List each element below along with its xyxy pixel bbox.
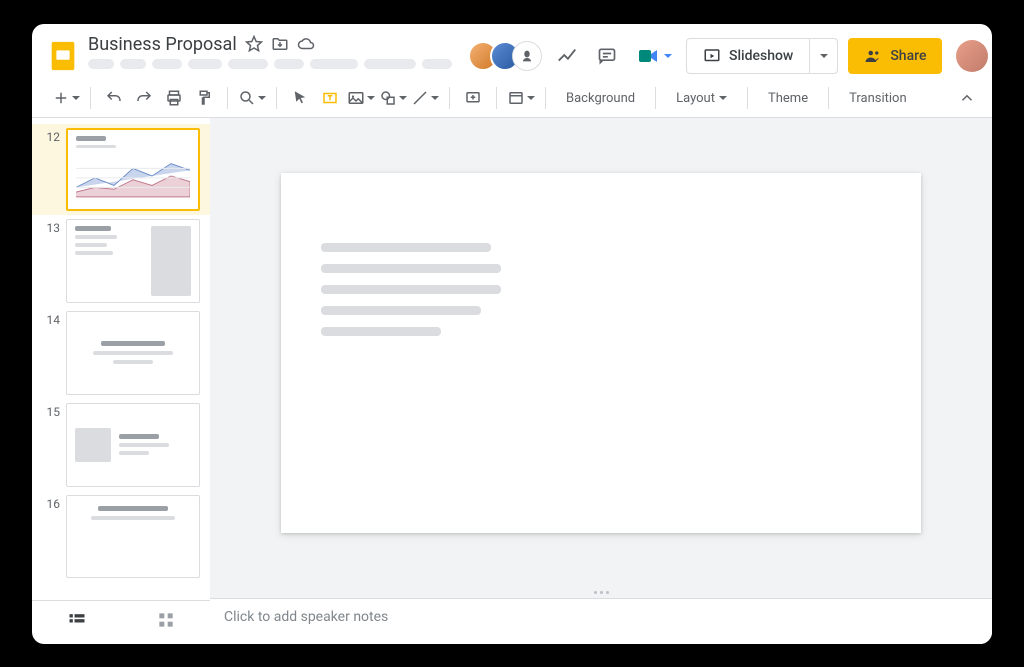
menu-item[interactable] — [188, 59, 222, 69]
slide-thumbnail[interactable]: 12 — [32, 124, 210, 216]
slide-number: 12 — [42, 128, 60, 144]
layout-button[interactable]: Layout — [666, 84, 737, 112]
slideshow-dropdown[interactable] — [810, 38, 838, 74]
slide-layout-tool[interactable] — [507, 85, 535, 111]
redo-button[interactable] — [131, 85, 157, 111]
slides-app-icon[interactable] — [46, 32, 80, 80]
slide-number: 16 — [42, 495, 60, 511]
new-slide-button[interactable] — [52, 85, 80, 111]
slide-number: 15 — [42, 403, 60, 419]
background-button[interactable]: Background — [556, 84, 645, 112]
textbox-tool[interactable] — [317, 85, 343, 111]
theme-button[interactable]: Theme — [758, 84, 818, 112]
account-avatar[interactable] — [956, 40, 988, 72]
menu-item[interactable] — [88, 59, 114, 69]
undo-button[interactable] — [101, 85, 127, 111]
paint-format-button[interactable] — [191, 85, 217, 111]
comment-tool[interactable] — [460, 85, 486, 111]
slideshow-label: Slideshow — [729, 48, 793, 64]
grid-view-icon[interactable] — [156, 610, 176, 634]
slide-thumbnail[interactable]: 15 — [32, 399, 210, 491]
canvas-area: Click to add speaker notes — [210, 118, 992, 644]
collapse-toolbar-button[interactable] — [954, 85, 980, 111]
app-window: Business Proposal — [32, 24, 992, 644]
slide-canvas[interactable] — [281, 173, 921, 533]
slide-number: 14 — [42, 311, 60, 327]
shape-tool[interactable] — [379, 85, 407, 111]
move-folder-icon[interactable] — [271, 35, 289, 53]
menu-item[interactable] — [228, 59, 268, 69]
zoom-button[interactable] — [238, 85, 266, 111]
menu-item[interactable] — [152, 59, 182, 69]
slide-thumbnail[interactable]: 16 — [32, 491, 210, 583]
titlebar: Business Proposal — [32, 24, 992, 80]
filmstrip-footer — [32, 600, 210, 644]
share-label: Share — [890, 48, 926, 64]
menu-item[interactable] — [364, 59, 416, 69]
speaker-notes[interactable]: Click to add speaker notes — [210, 598, 992, 644]
filmstrip-scroll[interactable]: 12 13 — [32, 118, 210, 600]
menu-item[interactable] — [274, 59, 304, 69]
menu-item[interactable] — [310, 59, 358, 69]
menu-item[interactable] — [422, 59, 452, 69]
select-tool[interactable] — [287, 85, 313, 111]
collaborator-avatars[interactable] — [468, 41, 542, 71]
filmstrip-panel: 12 13 — [32, 118, 210, 644]
image-tool[interactable] — [347, 85, 375, 111]
line-tool[interactable] — [411, 85, 439, 111]
slide-thumbnail[interactable]: 13 — [32, 215, 210, 307]
print-button[interactable] — [161, 85, 187, 111]
menu-item[interactable] — [120, 59, 146, 69]
slide-number: 13 — [42, 219, 60, 235]
comments-icon[interactable] — [592, 41, 622, 71]
slide-thumbnail[interactable]: 14 — [32, 307, 210, 399]
cloud-saved-icon[interactable] — [297, 35, 315, 53]
slideshow-button[interactable]: Slideshow — [686, 38, 810, 74]
document-title[interactable]: Business Proposal — [88, 34, 237, 55]
share-button[interactable]: Share — [848, 38, 942, 74]
version-history-icon[interactable] — [552, 41, 582, 71]
menu-bar[interactable] — [88, 57, 452, 73]
transition-button[interactable]: Transition — [839, 84, 917, 112]
chevron-down-icon — [664, 54, 672, 58]
notes-resize-handle[interactable] — [210, 588, 992, 598]
meet-button[interactable] — [632, 42, 676, 70]
filmstrip-view-icon[interactable] — [67, 610, 87, 634]
star-icon[interactable] — [245, 35, 263, 53]
anonymous-avatar[interactable] — [512, 41, 542, 71]
toolbar: Background Layout Theme Transition — [32, 80, 992, 118]
